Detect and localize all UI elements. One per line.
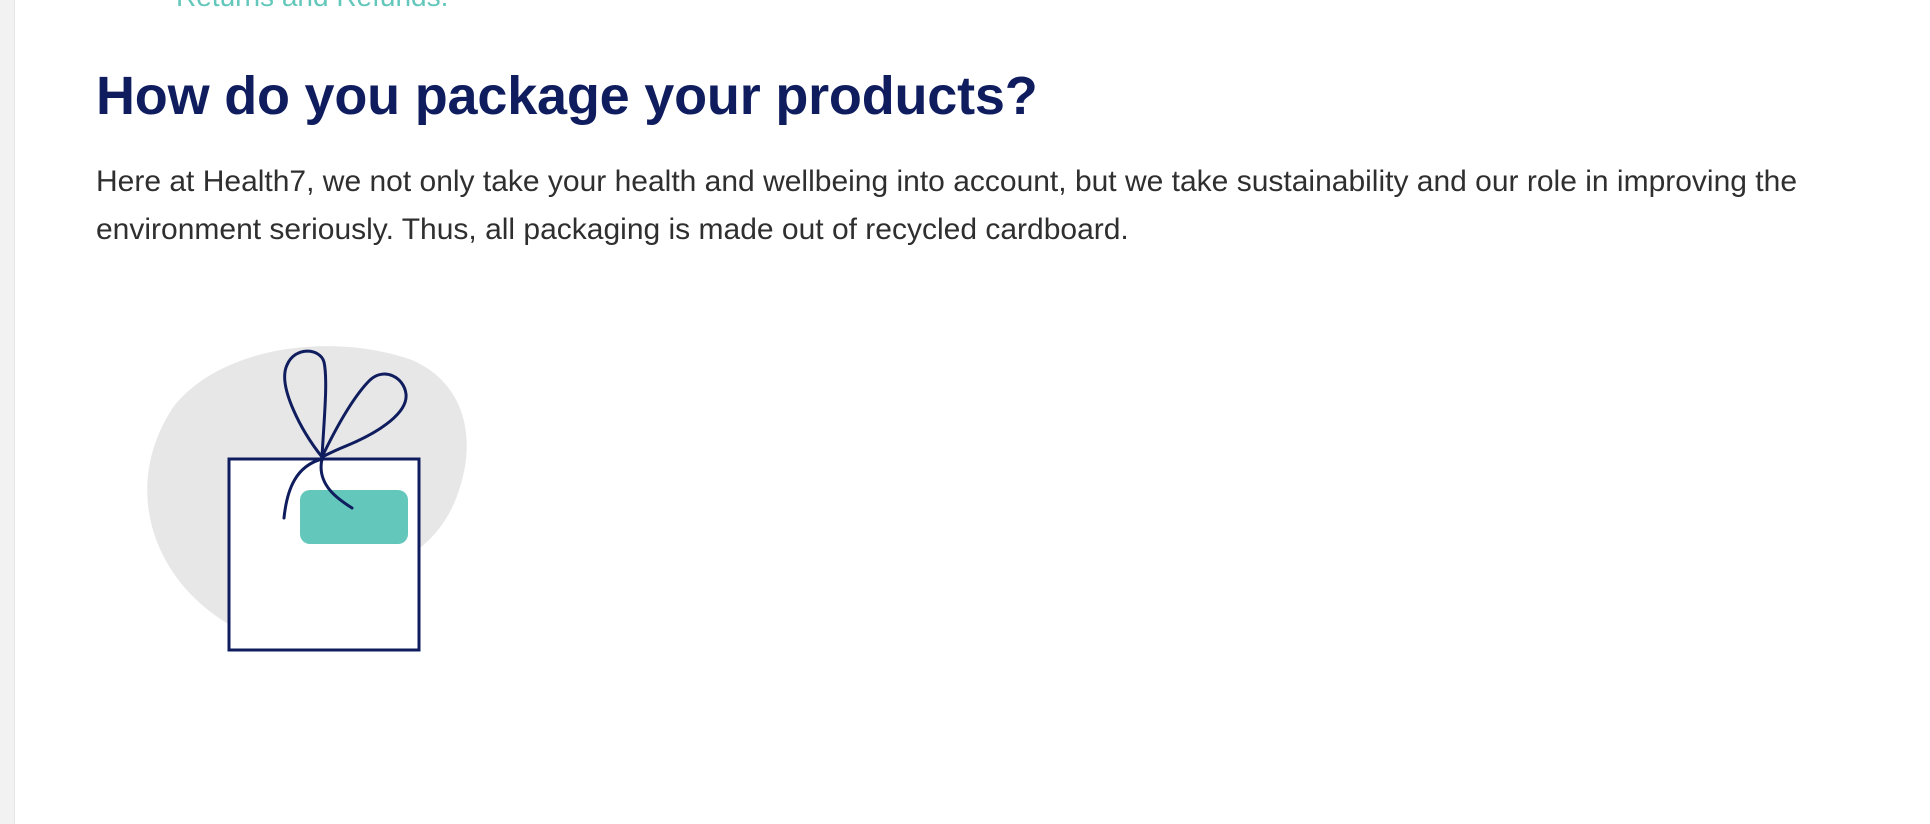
article-content: Returns and Refunds. How do you package … (96, 0, 1856, 824)
page-title: How do you package your products? (96, 66, 1038, 126)
previous-link[interactable]: Returns and Refunds. (176, 0, 448, 12)
gift-tag (300, 490, 408, 544)
body-paragraph: Here at Health7, we not only take your h… (96, 165, 1798, 246)
packaging-illustration (132, 336, 472, 676)
gift-box (227, 457, 421, 652)
left-rail (0, 0, 15, 824)
gift-box-icon (147, 346, 467, 652)
